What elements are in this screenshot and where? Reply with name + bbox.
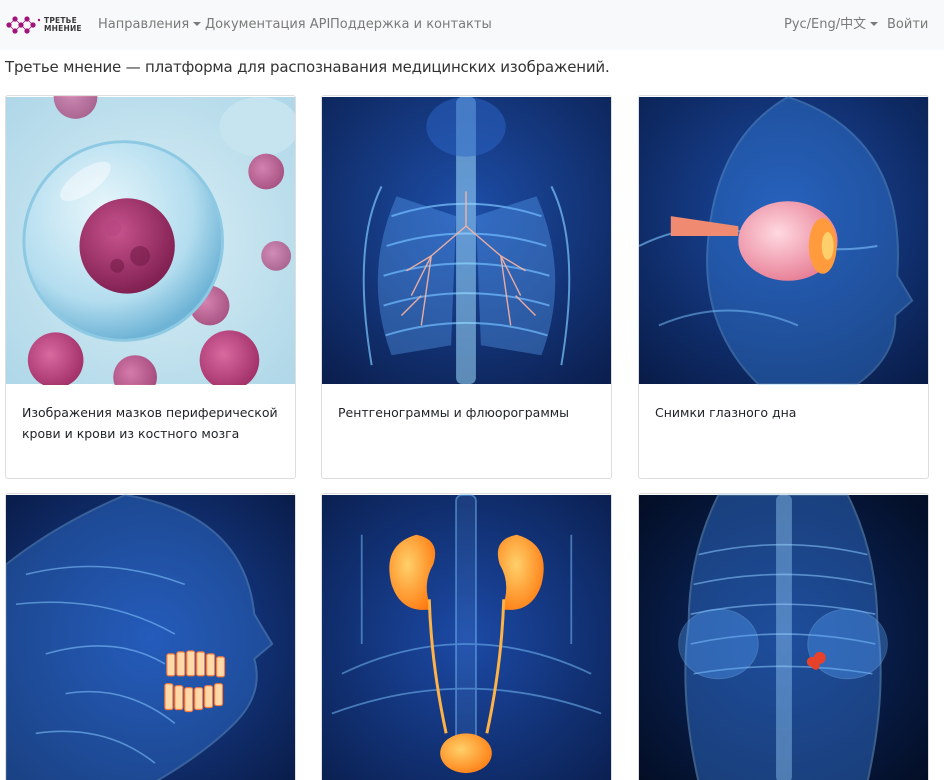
kidneys-image bbox=[322, 494, 611, 780]
card-title: Снимки глазного дна bbox=[655, 405, 797, 420]
card-title: Рентгенограммы и флюорограммы bbox=[338, 405, 570, 420]
lungs-xray-image bbox=[322, 96, 611, 385]
card-body-xray[interactable] bbox=[638, 493, 929, 780]
nav-support-link[interactable]: Поддержка и контакты bbox=[330, 17, 492, 33]
card-kidneys[interactable] bbox=[321, 493, 612, 780]
dental-xray-image bbox=[6, 494, 295, 780]
logo-dots-icon bbox=[6, 16, 40, 34]
nav-api-docs-link[interactable]: Документация API bbox=[205, 17, 330, 33]
card-xray-fluorography[interactable]: Рентгенограммы и флюорограммы bbox=[321, 95, 612, 479]
nav-directions-label: Направления bbox=[98, 17, 190, 32]
nav-directions-dropdown[interactable]: Направления bbox=[98, 17, 202, 33]
language-dropdown[interactable]: Рус/Eng/中文 bbox=[784, 17, 879, 33]
card-eye-fundus[interactable]: Снимки глазного дна bbox=[638, 95, 929, 479]
chevron-down-icon bbox=[870, 21, 879, 26]
card-blood-smears[interactable]: Изображения мазков периферической крови … bbox=[5, 95, 296, 479]
navbar: ТРЕТЬЕ МНЕНИЕ Направления Документация A… bbox=[0, 0, 944, 50]
brand-logo[interactable]: ТРЕТЬЕ МНЕНИЕ bbox=[6, 13, 82, 37]
card-dental[interactable] bbox=[5, 493, 296, 780]
page-tagline: Третье мнение — платформа для распознава… bbox=[5, 58, 610, 76]
card-title: Изображения мазков периферической крови … bbox=[22, 405, 278, 441]
language-label: Рус/Eng/中文 bbox=[784, 17, 867, 32]
eye-fundus-image bbox=[639, 96, 928, 385]
body-xray-image bbox=[639, 494, 928, 780]
chevron-down-icon bbox=[193, 21, 202, 26]
login-link[interactable]: Войти bbox=[887, 17, 928, 33]
brand-line-2: МНЕНИЕ bbox=[44, 24, 82, 33]
blood-cell-image bbox=[6, 96, 295, 385]
